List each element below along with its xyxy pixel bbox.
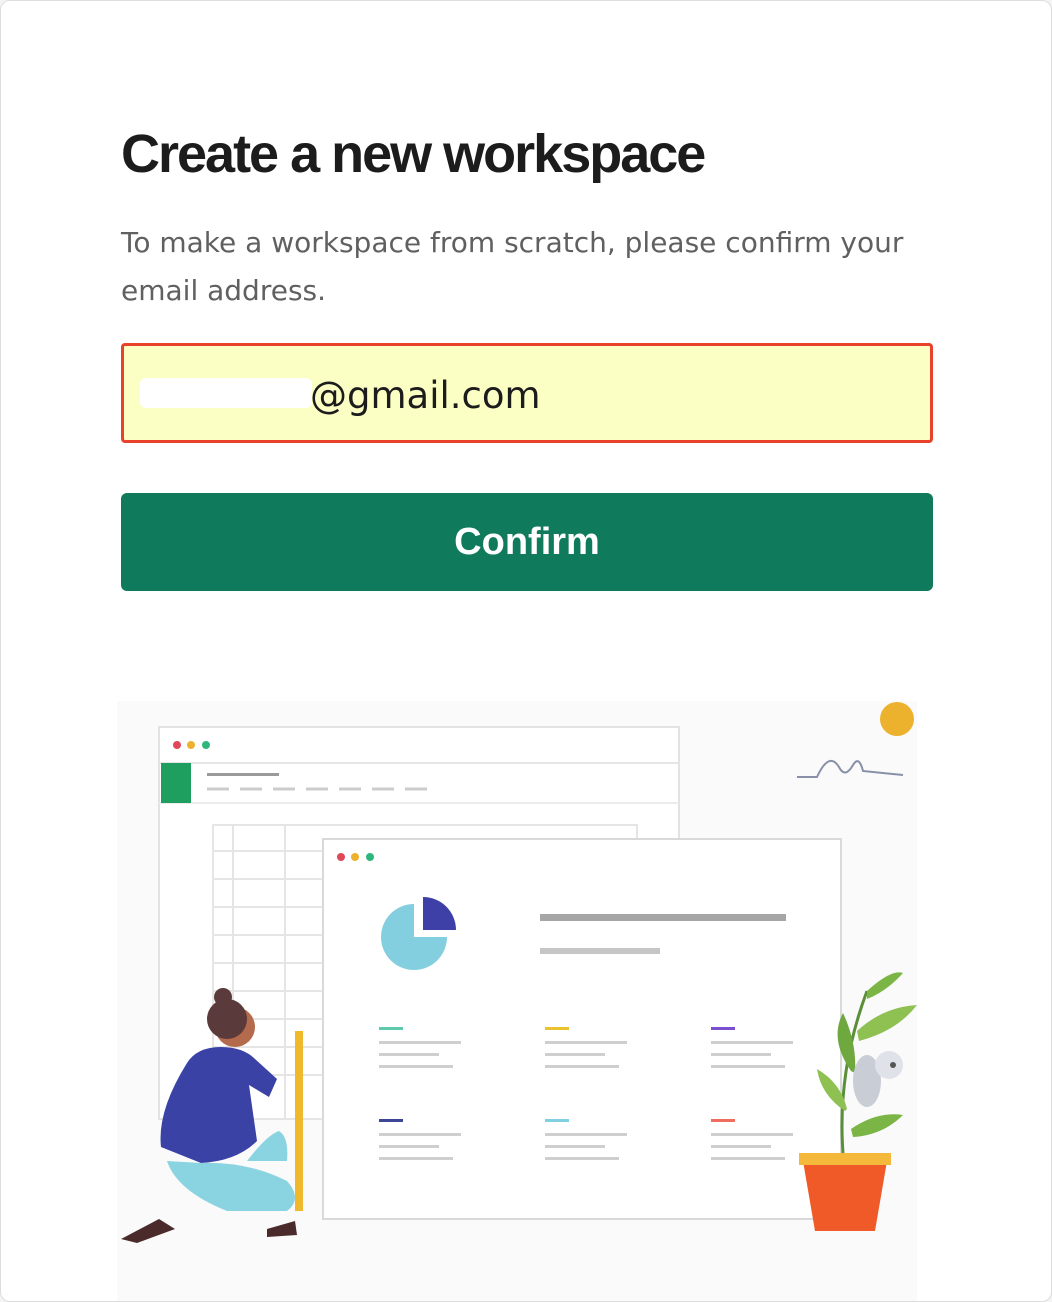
page-title: Create a new workspace [121,124,706,184]
ruler-icon [295,1031,303,1211]
email-field[interactable]: @gmail.com [121,343,933,443]
create-workspace-card: Create a new workspace To make a workspa… [0,0,1052,1302]
window-dot-yellow [187,741,195,749]
sidebar-block [161,763,191,803]
window-dot-green [202,741,210,749]
confirm-button[interactable]: Confirm [121,493,933,591]
window-dot-red [337,853,345,861]
redacted-email-username [140,378,312,408]
email-value: @gmail.com [310,374,541,417]
front-window [322,838,842,1220]
window-dot-green [366,853,374,861]
sun-icon [880,702,914,736]
workspace-illustration [117,701,917,1301]
page-subtitle: To make a workspace from scratch, please… [121,226,904,307]
window-dot-yellow [351,853,359,861]
window-dot-red [173,741,181,749]
